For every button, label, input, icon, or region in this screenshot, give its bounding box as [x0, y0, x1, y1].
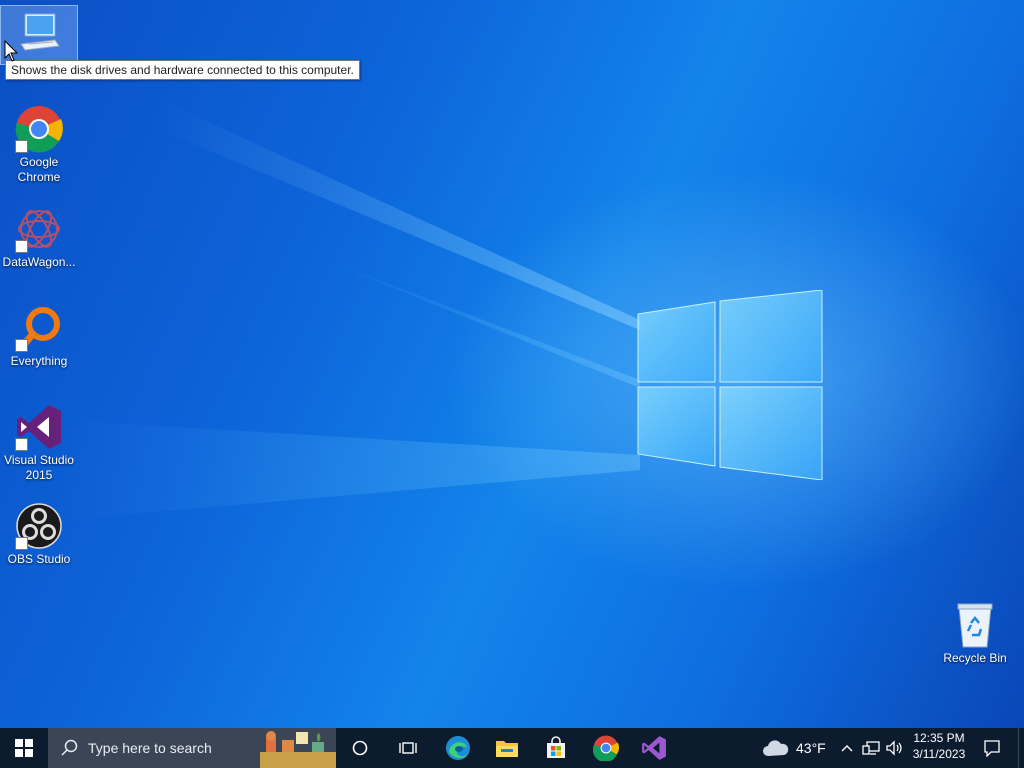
taskbar: Type here to search 43°F 12:35 PM 3/11/2…	[0, 728, 1024, 768]
taskbar-file-explorer-button[interactable]	[487, 728, 527, 768]
clock-time: 12:35 PM	[913, 731, 965, 745]
cortana-button[interactable]	[340, 728, 380, 768]
file-explorer-icon	[496, 741, 518, 757]
windows-logo	[637, 290, 823, 480]
network-icon	[862, 741, 880, 755]
clock-date: 3/11/2023	[912, 747, 966, 761]
notification-icon	[984, 740, 1000, 757]
desktop-wallpaper[interactable]: Google Chrome DataWagon... Everything Vi…	[0, 0, 1024, 728]
desktop-icon-visual-studio-2015[interactable]: Visual Studio 2015	[0, 403, 78, 483]
cortana-icon	[352, 740, 368, 756]
show-desktop-button[interactable]	[1018, 728, 1024, 768]
visual-studio-icon	[642, 736, 666, 760]
start-button[interactable]	[0, 728, 48, 768]
search-icon	[61, 739, 78, 756]
datawagon-icon	[15, 205, 63, 253]
visual-studio-icon	[15, 403, 63, 451]
search-placeholder: Type here to search	[88, 740, 212, 756]
cloud-icon	[763, 740, 789, 756]
obs-studio-icon	[15, 502, 63, 550]
task-view-button[interactable]	[388, 728, 428, 768]
desktop-icon-label: DataWagon...	[2, 255, 76, 269]
network-button[interactable]	[860, 728, 882, 768]
desktop-icon-obs-studio[interactable]: OBS Studio	[0, 502, 78, 567]
chrome-icon	[593, 735, 619, 761]
shortcut-arrow-icon	[15, 140, 28, 153]
this-pc-icon	[15, 10, 63, 58]
edge-icon	[446, 736, 470, 760]
wallpaper-light-beams	[60, 100, 640, 520]
shortcut-arrow-icon	[15, 537, 28, 550]
desktop-icon-label: Everything	[10, 354, 68, 368]
taskbar-chrome-button[interactable]	[586, 728, 626, 768]
taskbar-visual-studio-button[interactable]	[634, 728, 674, 768]
desktop-icon-google-chrome[interactable]: Google Chrome	[0, 105, 78, 185]
taskbar-search-box[interactable]: Type here to search	[48, 728, 336, 768]
microsoft-store-icon	[547, 736, 565, 758]
desktop-icon-label: Google Chrome	[17, 155, 61, 184]
desktop-icon-label: OBS Studio	[7, 552, 71, 566]
search-highlight-illustration-icon	[260, 731, 336, 768]
action-center-button[interactable]	[978, 728, 1006, 768]
desktop-icon-everything[interactable]: Everything	[0, 304, 78, 369]
shortcut-arrow-icon	[15, 438, 28, 451]
desktop-icon-label: Recycle Bin	[943, 651, 1007, 665]
recycle-bin-icon	[951, 601, 999, 649]
weather-temperature: 43°F	[796, 740, 826, 756]
taskbar-edge-button[interactable]	[438, 728, 478, 768]
mouse-cursor-icon	[4, 40, 18, 62]
show-hidden-icons-button[interactable]	[838, 728, 856, 768]
desktop-icon-datawagon[interactable]: DataWagon...	[0, 205, 78, 270]
windows-start-icon	[15, 739, 33, 757]
desktop-icon-recycle-bin[interactable]: Recycle Bin	[936, 601, 1014, 666]
task-view-icon	[399, 742, 417, 754]
chevron-up-icon	[841, 745, 853, 752]
taskbar-microsoft-store-button[interactable]	[536, 728, 576, 768]
shortcut-arrow-icon	[15, 240, 28, 253]
desktop-icon-label: Visual Studio 2015	[4, 453, 74, 482]
taskbar-clock[interactable]: 12:35 PM 3/11/2023	[905, 730, 973, 762]
speaker-icon	[886, 740, 902, 756]
chrome-icon	[15, 105, 63, 153]
tooltip: Shows the disk drives and hardware conne…	[5, 60, 360, 80]
everything-search-icon	[15, 304, 63, 352]
shortcut-arrow-icon	[15, 339, 28, 352]
volume-button[interactable]	[883, 728, 905, 768]
